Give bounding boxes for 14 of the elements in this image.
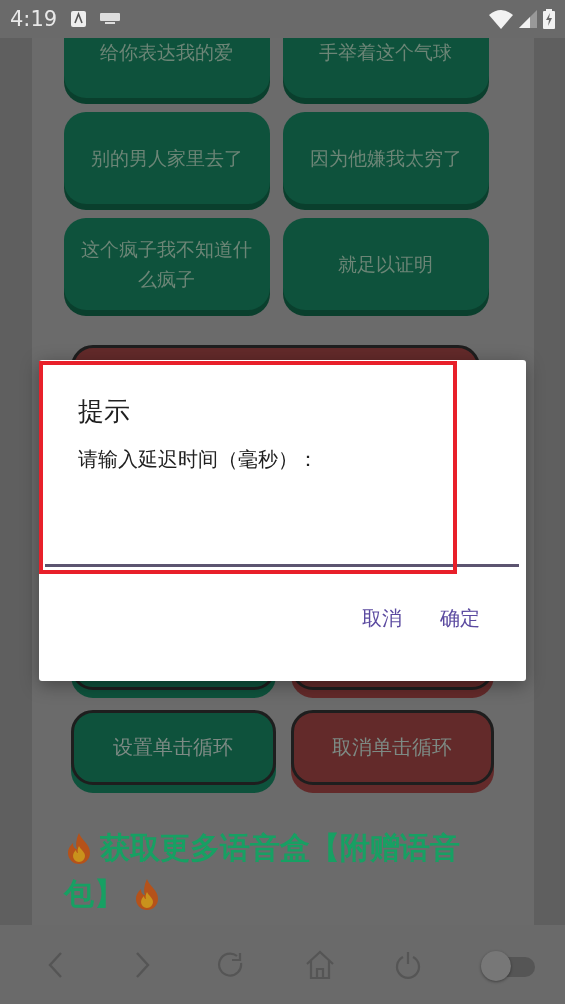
signal-icon	[519, 10, 537, 28]
dialog-button[interactable]: 取消	[362, 605, 402, 632]
fire-icon	[65, 832, 92, 864]
input-method-icon	[71, 11, 87, 27]
keyboard-icon	[100, 13, 121, 25]
dialog-button[interactable]: 确定	[440, 605, 480, 632]
dialog-message: 请输入延迟时间（毫秒）：	[78, 446, 318, 473]
fire-icon	[133, 878, 160, 910]
battery-icon	[543, 9, 555, 29]
status-time: 4:19	[10, 7, 58, 31]
toggle-switch[interactable]	[480, 949, 535, 980]
dialog-title: 提示	[78, 395, 130, 428]
promo-heading[interactable]: 获取更多语音盒【附赠语音包】	[63, 825, 484, 917]
wifi-icon	[489, 9, 513, 29]
